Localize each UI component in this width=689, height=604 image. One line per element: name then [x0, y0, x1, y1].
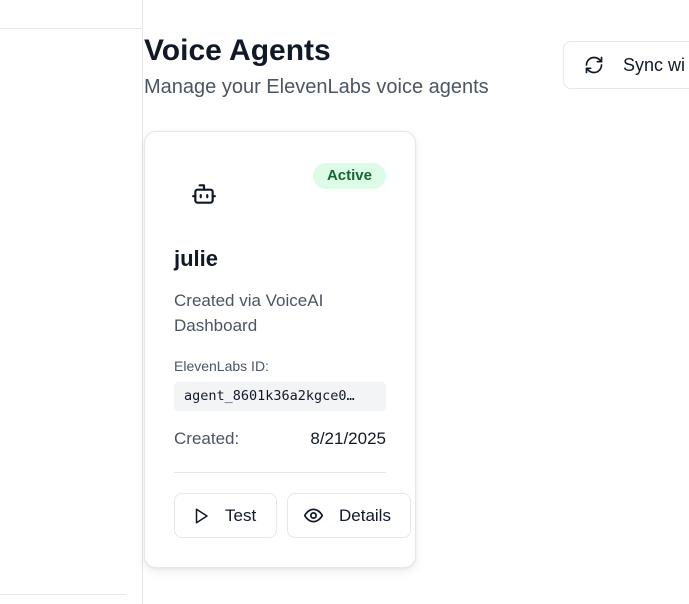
page-subtitle: Manage your ElevenLabs voice agents — [144, 76, 489, 98]
status-badge: Active — [312, 163, 386, 189]
agent-id-value: agent_8601k36a2kgce0… — [174, 382, 386, 411]
created-label: Created: — [174, 429, 240, 448]
agent-name: julie — [174, 246, 219, 271]
sidebar-divider-bottom — [0, 594, 126, 595]
agent-card: Active julie Created via VoiceAI Dashboa… — [144, 131, 416, 568]
details-button[interactable]: Details — [287, 493, 411, 538]
page-title: Voice Agents — [144, 34, 331, 67]
page: Voice Agents Manage your ElevenLabs voic… — [0, 0, 689, 604]
created-date: 8/21/2025 — [310, 429, 386, 448]
refresh-icon — [584, 55, 604, 75]
sidebar — [0, 0, 143, 604]
sync-button[interactable]: Sync wi — [563, 41, 689, 89]
sidebar-divider-top — [0, 28, 142, 29]
agent-description: Created via VoiceAI Dashboard — [174, 291, 324, 335]
sync-button-label: Sync wi — [623, 54, 686, 75]
play-icon — [192, 507, 210, 525]
test-button-label: Test — [225, 505, 257, 525]
created-row: Created: 8/21/2025 — [174, 429, 386, 449]
eye-icon — [303, 505, 324, 526]
bot-icon — [191, 181, 217, 212]
agent-id-label: ElevenLabs ID: — [174, 358, 269, 374]
card-divider — [174, 472, 386, 473]
details-button-label: Details — [339, 505, 391, 525]
test-button[interactable]: Test — [174, 493, 277, 538]
